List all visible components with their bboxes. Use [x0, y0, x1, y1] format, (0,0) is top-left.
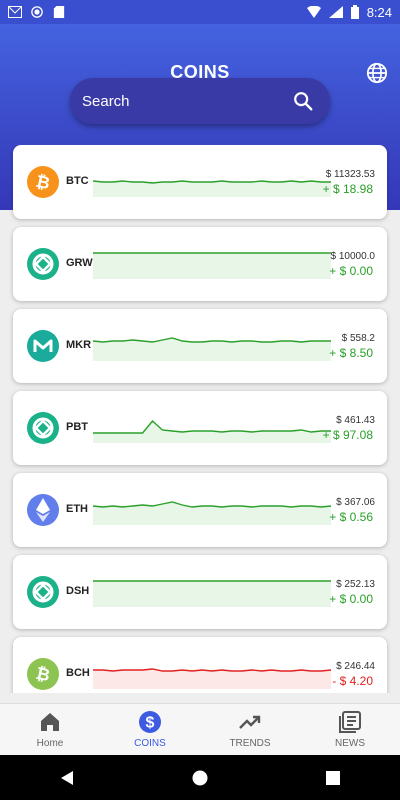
coin-symbol: PBT — [66, 421, 88, 433]
coin-logo — [27, 330, 59, 362]
coin-price: $ 252.13 — [336, 579, 375, 590]
eth-logo-icon — [36, 498, 50, 522]
coin-symbol: BCH — [66, 667, 90, 679]
coin-price: $ 367.06 — [336, 497, 375, 508]
status-time: 8:24 — [366, 4, 392, 20]
trend-icon — [239, 715, 261, 729]
coin-price: $ 10000.0 — [330, 251, 376, 262]
system-nav-bar — [0, 755, 400, 800]
coin-price: $ 11323.53 — [325, 169, 375, 180]
search-icon[interactable] — [292, 90, 314, 112]
sparkline-area — [93, 421, 331, 443]
home-button-icon[interactable] — [192, 770, 208, 786]
coin-change: + $ 18.98 — [322, 182, 373, 196]
coin-card[interactable]: ETH $ 367.06 + $ 0.56 — [13, 473, 387, 547]
nav-trends-label: TRENDS — [229, 738, 271, 749]
coin-symbol: DSH — [66, 585, 90, 597]
coin-symbol: GRWI — [66, 257, 96, 269]
price-sparkline — [93, 337, 331, 361]
coin-logo — [27, 576, 59, 608]
grwi-logo-icon — [32, 253, 54, 275]
svg-text:$: $ — [146, 715, 155, 732]
coin-logo: ₿ — [27, 658, 59, 690]
coin-card[interactable]: ₿ BTC $ 11323.53 + $ 18.98 — [13, 145, 387, 219]
coin-symbol: BTC — [66, 175, 89, 187]
globe-icon[interactable] — [366, 62, 388, 84]
status-bar: 8:24 — [0, 0, 400, 24]
coin-list: ₿ BTC $ 11323.53 + $ 18.98 GRWI $ 10000.… — [0, 145, 400, 693]
price-sparkline — [93, 180, 331, 197]
bch-logo-icon: ₿ — [34, 664, 52, 685]
dollar-icon: $ — [139, 711, 161, 733]
bottom-nav: Home $ COINS TRENDS NEWS — [0, 703, 400, 755]
sparkline-line — [93, 501, 331, 508]
coin-change: + $ 0.00 — [329, 592, 373, 606]
coin-price: $ 558.2 — [341, 333, 375, 344]
pbt-logo-icon — [32, 417, 54, 439]
nav-home[interactable]: Home — [0, 704, 100, 755]
sparkline-area — [93, 253, 331, 279]
sparkline-area — [93, 669, 331, 689]
nav-coins[interactable]: $ COINS — [100, 704, 200, 755]
coin-card[interactable]: GRWI $ 10000.0 + $ 0.00 — [13, 227, 387, 301]
recents-icon[interactable] — [325, 770, 341, 786]
signal-icon — [328, 6, 343, 18]
coin-change: + $ 0.56 — [329, 510, 373, 524]
sd-card-icon — [53, 6, 65, 18]
btc-logo-icon: ₿ — [34, 172, 52, 193]
price-sparkline — [93, 501, 331, 525]
nav-coins-label: COINS — [134, 738, 166, 749]
wifi-icon — [306, 6, 321, 18]
price-sparkline — [93, 252, 331, 279]
battery-icon — [350, 5, 359, 19]
price-sparkline — [93, 668, 331, 689]
coin-logo: ₿ — [27, 166, 59, 198]
coin-price: $ 461.43 — [336, 415, 375, 426]
nav-home-label: Home — [36, 738, 64, 749]
coin-price: $ 246.44 — [336, 661, 375, 672]
dsh-logo-icon — [32, 581, 54, 603]
sparkline-line — [93, 419, 331, 434]
price-sparkline — [93, 580, 331, 607]
coin-card[interactable]: PBT $ 461.43 + $ 97.08 — [13, 391, 387, 465]
coin-symbol: ETH — [66, 503, 88, 515]
coin-logo — [27, 494, 59, 526]
price-sparkline — [93, 419, 331, 443]
mkr-logo-icon — [33, 339, 53, 352]
nav-trends[interactable]: TRENDS — [200, 704, 300, 755]
nav-news-label: NEWS — [335, 738, 365, 749]
coin-card[interactable]: DSH $ 252.13 + $ 0.00 — [13, 555, 387, 629]
sparkline-area — [93, 581, 331, 607]
news-icon — [339, 711, 361, 733]
home-icon — [41, 713, 59, 731]
coin-change: + $ 97.08 — [322, 428, 373, 442]
coin-change: - $ 4.20 — [332, 674, 373, 688]
nav-news[interactable]: NEWS — [300, 704, 400, 755]
coin-card[interactable]: ₿ BCH $ 246.44 - $ 4.20 — [13, 637, 387, 693]
coin-card[interactable]: MKR $ 558.2 + $ 8.50 — [13, 309, 387, 383]
coin-symbol: MKR — [66, 339, 92, 351]
search-input[interactable] — [82, 92, 292, 110]
gmail-icon — [8, 6, 22, 18]
svg-text:₿: ₿ — [34, 664, 52, 685]
record-icon — [31, 6, 43, 18]
sparkline-area — [93, 181, 331, 197]
search-bar[interactable] — [70, 78, 330, 124]
back-icon[interactable] — [59, 770, 75, 786]
coin-change: + $ 8.50 — [329, 346, 373, 360]
svg-text:₿: ₿ — [34, 172, 52, 193]
coin-logo — [27, 248, 59, 280]
coin-logo — [27, 412, 59, 444]
coin-change: + $ 0.00 — [329, 264, 373, 278]
